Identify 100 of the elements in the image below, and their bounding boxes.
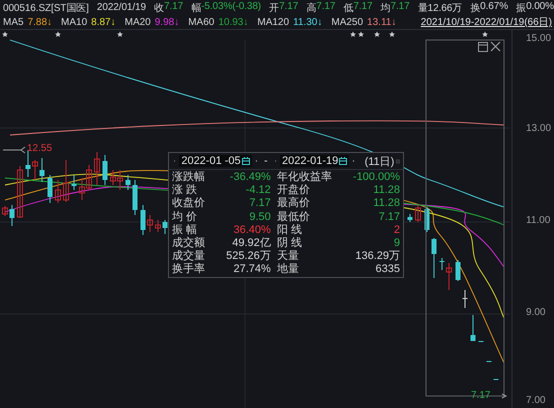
calendar-icon[interactable]	[339, 157, 348, 165]
candlestick	[2, 206, 8, 216]
stat-label: 最高价	[276, 197, 311, 211]
quote-value: -5.03%(-0.38)	[201, 0, 262, 14]
candlestick	[32, 160, 38, 180]
quote-label: 低	[343, 2, 354, 14]
low-price-label: 7.17	[471, 390, 490, 401]
stat-value: -4.12	[244, 184, 272, 198]
ma-label: MA10	[61, 16, 88, 28]
ma-value: 13.11↓	[367, 16, 396, 28]
candlestick	[126, 174, 130, 190]
candlestick	[17, 166, 23, 218]
event-star-icon[interactable]	[358, 32, 364, 37]
close-icon[interactable]	[490, 41, 501, 52]
event-star-icon[interactable]	[2, 32, 8, 37]
stat-label: 换手率	[172, 263, 206, 277]
candlestick	[94, 152, 100, 186]
quote-value: 7.17	[164, 0, 184, 14]
stat-label: 均 价	[172, 210, 198, 224]
ma-label: MA250	[331, 16, 364, 28]
quote-label: 量	[418, 2, 428, 14]
stat-value: 136.29万	[354, 250, 400, 264]
stat-value: 36.40%	[232, 224, 272, 238]
event-star-icon[interactable]	[374, 32, 380, 37]
candlestick	[55, 180, 61, 204]
quote-value: 0.67%	[480, 0, 508, 14]
ma-value: 10.93↓	[218, 16, 248, 28]
quote-value: 7.17	[279, 0, 298, 14]
candlestick	[456, 260, 460, 282]
stat-label: 阴 线	[276, 237, 303, 250]
candlestick	[470, 314, 476, 342]
price-axis-label: 9.00	[526, 307, 546, 318]
quote-value: 0.00%	[526, 0, 554, 14]
leader-line	[2, 146, 26, 154]
stat-label: 地量	[276, 263, 300, 277]
stat-label: 最低价	[276, 210, 311, 224]
stat-value: -100.00%	[352, 171, 400, 184]
stat-value: 7.17	[248, 197, 272, 211]
candlestick	[26, 150, 30, 178]
stat-value: 6335	[374, 263, 400, 277]
quote-label: 幅	[191, 2, 202, 14]
quote-label: 振	[516, 2, 526, 14]
stat-label: 成交额	[172, 237, 206, 250]
stat-value: -36.49%	[228, 171, 272, 184]
event-star-icon[interactable]	[350, 32, 356, 37]
stat-label: 天量	[276, 250, 300, 263]
candlestick	[40, 158, 44, 182]
candlestick	[102, 154, 108, 186]
candlestick	[478, 340, 484, 342]
maximize-icon[interactable]	[478, 42, 488, 52]
candlestick	[63, 160, 69, 202]
candlestick	[432, 238, 436, 278]
event-star-icon[interactable]	[482, 32, 488, 37]
day-count: (11日)	[364, 154, 394, 168]
candlestick	[462, 290, 468, 308]
candlestick	[48, 174, 52, 204]
candlestick	[424, 206, 430, 232]
candlestick	[440, 258, 444, 270]
quote-label: 换	[470, 2, 480, 14]
ma-value: 7.88↓	[28, 16, 52, 28]
stat-value: 9.50	[248, 210, 272, 224]
ma-value: 11.30↓	[293, 16, 322, 28]
ma-value: 9.98↓	[154, 16, 180, 28]
stat-value: 2	[392, 224, 400, 238]
candlestick	[494, 378, 498, 380]
stat-value: 27.74%	[232, 263, 272, 277]
stat-label: 收盘价	[172, 197, 206, 211]
event-star-icon[interactable]	[117, 32, 123, 37]
ma-value: 8.87↓	[91, 16, 116, 28]
candlestick	[147, 214, 153, 232]
stock-name: 000516.SZ[ST国医]	[3, 2, 89, 14]
quote-value: 12.66万	[428, 2, 462, 14]
quote-value: 7.17	[316, 0, 336, 14]
price-axis-label: 13.00	[526, 123, 552, 134]
price-axis-label: 11.00	[526, 215, 550, 226]
ma-label: MA20	[124, 16, 151, 28]
quote-value: 7.17	[390, 0, 410, 14]
date-field[interactable]: 2022-01-19	[280, 155, 350, 167]
event-star-icon[interactable]	[389, 32, 395, 37]
quote-value: 7.17	[353, 0, 372, 12]
stat-value: 11.28	[372, 184, 400, 198]
date-field[interactable]: 2022-01 -05	[179, 155, 252, 167]
stat-label: 开盘价	[276, 184, 311, 196]
stat-label: 涨跌幅	[172, 171, 206, 184]
stat-label: 年化收益率	[276, 171, 333, 184]
price-axis-label: 15.00	[526, 33, 552, 44]
stat-label: 振 幅	[172, 224, 198, 236]
candlestick	[72, 174, 76, 190]
high-price-label: 12.55	[27, 143, 52, 154]
quote-label: 收	[154, 2, 164, 14]
quote-label: 开	[269, 2, 280, 14]
stat-label: 涨 跌	[172, 184, 198, 197]
event-star-icon[interactable]	[55, 32, 61, 37]
candlestick	[10, 204, 14, 226]
date-range-link[interactable]: 2021/10/19-2022/01/19(66日)	[420, 15, 552, 29]
stat-value: 7.17	[378, 210, 400, 224]
calendar-icon[interactable]	[242, 157, 250, 165]
quote-label: 高	[306, 2, 316, 14]
candlestick	[155, 220, 161, 232]
stat-value: 525.26万	[225, 250, 272, 264]
